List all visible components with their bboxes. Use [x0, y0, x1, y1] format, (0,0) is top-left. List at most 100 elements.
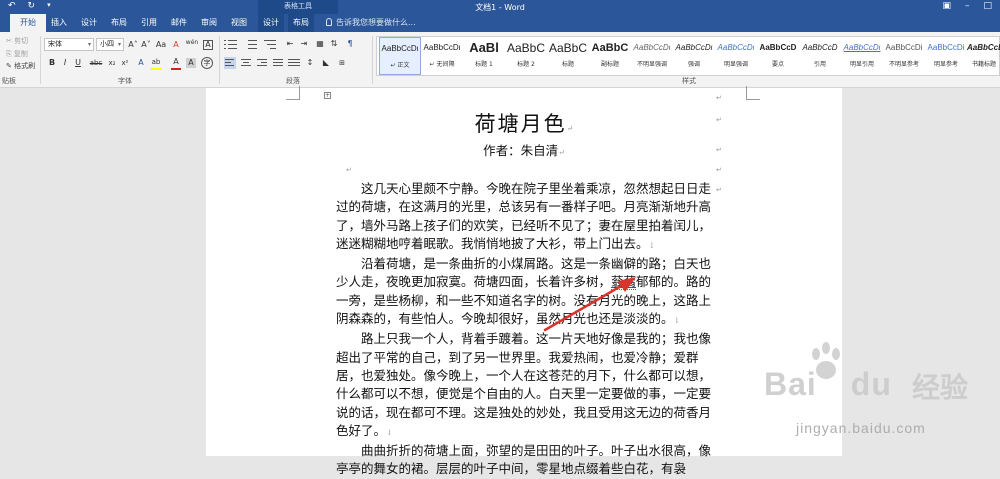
show-marks-icon[interactable]: ¶ [344, 39, 356, 49]
tab-review[interactable]: 审阅 [196, 14, 222, 32]
style-quote[interactable]: AaBbCcD 引用 [799, 37, 841, 75]
window-controls: ▣ – □ [942, 1, 992, 11]
table-move-handle-icon[interactable]: + [324, 92, 331, 99]
font-color-button[interactable]: A [170, 57, 182, 67]
minimize-icon[interactable]: – [965, 1, 970, 11]
text-effects-button[interactable]: A [135, 58, 147, 68]
format-painter-button[interactable]: ✎ 格式刷 [6, 61, 35, 71]
style-subtle-reference[interactable]: AaBbCcDi 不明显参考 [883, 37, 925, 75]
distributed-button[interactable] [288, 57, 300, 69]
copy-button[interactable]: ⎘ 复制 [6, 49, 28, 59]
tab-home[interactable]: 开始 [10, 14, 46, 32]
table-tools-context-label: 表格工具 [258, 0, 338, 14]
paragraph-mark-icon: ↵ [716, 166, 722, 174]
lightbulb-icon [326, 18, 332, 26]
font-group-label: 字体 [118, 77, 132, 85]
multilevel-list-button[interactable] [264, 39, 278, 49]
tab-table-design[interactable]: 设计 [258, 14, 284, 32]
paragraph-mark-icon: ↵ [716, 94, 722, 102]
redo-icon[interactable]: ↻ [28, 1, 36, 11]
watermark-url: jingyan.baidu.com [796, 420, 926, 436]
style-book-title[interactable]: AaBbCcDd书籍标题 [967, 37, 1000, 75]
align-left-button[interactable] [224, 57, 236, 69]
style-title[interactable]: AaBbC 标题 [547, 37, 589, 75]
tab-view[interactable]: 视图 [226, 14, 252, 32]
character-shading-button[interactable]: A [186, 58, 196, 68]
style-emphasis[interactable]: AaBbCcDι 强调 [673, 37, 715, 75]
group-divider [219, 36, 220, 84]
tell-me-search[interactable]: 告诉我您想要做什么... [326, 14, 416, 32]
italic-button[interactable]: I [59, 58, 71, 68]
justify-button[interactable] [272, 57, 284, 69]
tab-layout[interactable]: 布局 [106, 14, 132, 32]
shrink-font-button[interactable]: A˅ [140, 40, 152, 50]
character-border-button[interactable]: A [203, 40, 213, 50]
style-normal[interactable]: AaBbCcDι ↵ 正文 [379, 37, 421, 75]
borders-icon[interactable]: ⊞ [336, 58, 348, 68]
style-intense-reference[interactable]: AaBbCcDi 明显参考 [925, 37, 967, 75]
line-spacing-icon[interactable]: ↕ [304, 58, 316, 68]
highlight-button[interactable]: ab [150, 57, 162, 67]
paragraph-mark-icon: ↵ [716, 146, 722, 154]
watermark-product: 经验 [912, 371, 969, 404]
tab-insert[interactable]: 插入 [46, 14, 72, 32]
style-heading-2[interactable]: AaBbC 标题 2 [505, 37, 547, 75]
decrease-indent-icon[interactable]: ⇤ [284, 39, 296, 49]
style-subtitle[interactable]: AaBbC 副标题 [589, 37, 631, 75]
grow-font-button[interactable]: A˄ [127, 40, 139, 50]
clear-formatting-button[interactable]: A [170, 40, 182, 50]
quick-access-toolbar: ↶ ↻ ▾ [8, 1, 51, 11]
strikethrough-button[interactable]: abc [88, 58, 104, 68]
enclose-characters-button[interactable]: 字 [201, 57, 213, 69]
tab-table-layout[interactable]: 布局 [288, 14, 314, 32]
paragraph-group-label: 段落 [286, 77, 300, 85]
align-right-button[interactable] [256, 57, 268, 69]
paragraph[interactable]: 曲曲折折的荷塘上面，弥望的是田田的叶子。叶子出水很高，像亭亭的舞女的裙。层层的叶… [336, 442, 714, 479]
clipboard-group-label: 贴板 [2, 77, 16, 85]
watermark-brand: Bai du [764, 366, 892, 402]
sort-icon[interactable]: ⇅ [328, 39, 340, 49]
ribbon-display-icon[interactable]: ▣ [942, 1, 951, 11]
font-color-swatch [171, 68, 181, 70]
underline-button[interactable]: U [72, 58, 84, 68]
styles-gallery: AaBbCcDι ↵ 正文 AaBbCcDι ↵ 无间隔 AaBl 标题 1 AaBb… [376, 36, 1000, 76]
style-intense-emphasis[interactable]: AaBbCcDι 明显强调 [715, 37, 757, 75]
shading-icon[interactable]: ◣ [320, 58, 332, 68]
subscript-button[interactable]: x₂ [106, 58, 118, 68]
increase-indent-icon[interactable]: ⇥ [298, 39, 310, 49]
tab-references[interactable]: 引用 [136, 14, 162, 32]
bold-button[interactable]: B [46, 58, 58, 68]
style-strong[interactable]: AaBbCcD 要点 [757, 37, 799, 75]
cut-button[interactable]: ✂ 剪切 [6, 36, 28, 46]
customize-qat-icon[interactable]: ▾ [47, 1, 51, 11]
tab-design[interactable]: 设计 [76, 14, 102, 32]
paragraph[interactable]: 沿着荷塘，是一条曲折的小煤屑路。这是一条幽僻的路；白天也少人走，夜晚更加寂寞。荷… [336, 255, 714, 330]
document-heading[interactable]: 荷塘月色↵ [206, 108, 842, 138]
paragraph-mark-icon: ↵ [716, 186, 722, 194]
bullets-button[interactable] [224, 39, 238, 49]
highlighted-word[interactable]: 蓊蓊 [611, 274, 637, 291]
style-intense-quote[interactable]: AaBbCcDι 明显引用 [841, 37, 883, 75]
phonetic-guide-button[interactable]: wén [184, 38, 200, 48]
undo-icon[interactable]: ↶ [8, 1, 16, 11]
superscript-button[interactable]: x² [119, 58, 131, 68]
paragraph-mark-icon: ↵ [346, 166, 352, 174]
style-no-spacing[interactable]: AaBbCcDι ↵ 无间隔 [421, 37, 463, 75]
paragraph[interactable]: 路上只我一个人，背着手踱着。这一片天地好像是我的；我也像超出了平常的自己，到了另… [336, 330, 714, 442]
paragraph[interactable]: 这几天心里颇不宁静。今晚在院子里坐着乘凉，忽然想起日日走过的荷塘，在这满月的光里… [336, 180, 714, 255]
document-author[interactable]: 作者：朱自清↵ [206, 140, 842, 159]
tab-mailings[interactable]: 邮件 [166, 14, 192, 32]
maximize-icon[interactable]: □ [983, 1, 992, 11]
align-center-button[interactable] [240, 57, 252, 69]
style-heading-1[interactable]: AaBl 标题 1 [463, 37, 505, 75]
style-subtle-emphasis[interactable]: AaBbCcDι 不明显强调 [631, 37, 673, 75]
margin-corner-mark [746, 86, 760, 100]
group-divider [40, 36, 41, 84]
font-name-select[interactable]: 宋体 ▾ [44, 38, 94, 51]
chinese-layout-icon[interactable]: ▦ [314, 39, 326, 49]
font-size-select[interactable]: 小四 ▾ [96, 38, 124, 51]
document-body[interactable]: 这几天心里颇不宁静。今晚在院子里坐着乘凉，忽然想起日日走过的荷塘，在这满月的光里… [336, 180, 714, 479]
paragraph-mark-icon: ↵ [716, 116, 722, 124]
numbering-button[interactable] [244, 39, 258, 49]
change-case-button[interactable]: Aa [154, 40, 168, 50]
